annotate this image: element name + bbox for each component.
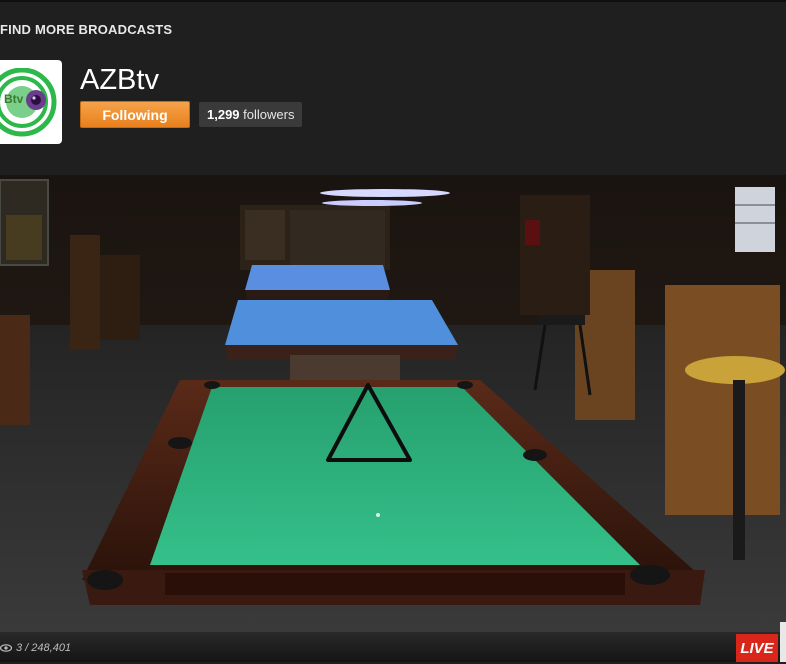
video-player[interactable] [0,175,786,632]
followers-count-badge: 1,299 followers [199,102,303,127]
find-more-broadcasts-link[interactable]: FIND MORE BROADCASTS [0,22,172,37]
eye-icon [0,644,12,652]
top-strip [0,0,786,2]
channel-name[interactable]: AZBtv [80,64,159,97]
followers-label: followers [243,107,295,122]
channel-logo-text: Btv [4,92,24,106]
viewer-stats: 3 / 248,401 [0,642,71,654]
video-frame [0,175,786,632]
following-button[interactable]: Following [80,101,190,128]
scrollbar-edge [780,622,786,662]
channel-logo[interactable]: Btv [0,60,62,144]
viewer-stats-text: 3 / 248,401 [16,642,72,654]
live-badge: LIVE [736,634,778,662]
followers-count: 1,299 [207,107,240,122]
player-control-bar: 3 / 248,401 [0,632,786,662]
